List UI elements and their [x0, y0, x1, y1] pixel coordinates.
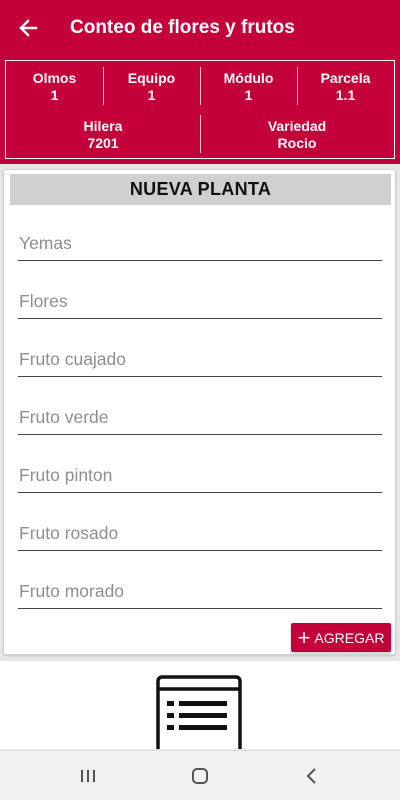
- back-icon: [306, 768, 316, 784]
- back-button[interactable]: [0, 0, 56, 56]
- new-plant-card: NUEVA PLANTA + AGREGAR: [3, 169, 396, 655]
- home-icon: [192, 768, 208, 784]
- info-label: Módulo: [223, 70, 274, 86]
- agregar-label: AGREGAR: [314, 629, 385, 646]
- card-header: NUEVA PLANTA: [10, 174, 391, 205]
- info-value: 1: [147, 87, 156, 103]
- fruto-rosado-input[interactable]: [18, 523, 382, 546]
- fruto-rosado-field: [18, 511, 382, 551]
- home-button[interactable]: [187, 763, 213, 789]
- info-row-1: Olmos 1 Equipo 1 Módulo 1 Parcela 1.1: [6, 67, 394, 107]
- page-title: Conteo de flores y frutos: [70, 17, 295, 38]
- info-label: Hilera: [83, 118, 123, 134]
- info-label: Olmos: [32, 70, 77, 86]
- plus-icon: +: [297, 624, 311, 650]
- fruto-pinton-input[interactable]: [18, 465, 382, 488]
- info-value: 7201: [87, 135, 119, 151]
- info-panel: Olmos 1 Equipo 1 Módulo 1 Parcela 1.1 Hi…: [5, 60, 395, 159]
- app-bar: Conteo de flores y frutos: [0, 0, 400, 56]
- bottom-panel: [0, 661, 400, 749]
- info-label: Equipo: [127, 70, 176, 86]
- fruto-morado-input[interactable]: [18, 581, 382, 604]
- info-value: 1: [50, 87, 59, 103]
- fruto-morado-field: [18, 569, 382, 609]
- info-cell-parcela: Parcela 1.1: [297, 67, 394, 107]
- info-value: 1: [244, 87, 253, 103]
- list-document-icon[interactable]: [156, 675, 242, 749]
- yemas-field: [18, 221, 382, 261]
- fruto-cuajado-field: [18, 337, 382, 377]
- info-cell-hilera: Hilera 7201: [6, 115, 200, 155]
- info-label: Variedad: [267, 118, 327, 134]
- fruto-pinton-field: [18, 453, 382, 493]
- recent-apps-icon: [81, 770, 95, 782]
- info-cell-modulo: Módulo 1: [200, 67, 297, 107]
- info-row-2: Hilera 7201 Variedad Rocio: [6, 115, 394, 155]
- fruto-verde-input[interactable]: [18, 407, 382, 430]
- recent-apps-button[interactable]: [75, 763, 101, 789]
- fruto-verde-field: [18, 395, 382, 435]
- flores-input[interactable]: [18, 291, 382, 314]
- system-nav-bar: [0, 750, 400, 800]
- info-cell-equipo: Equipo 1: [103, 67, 200, 107]
- info-value: Rocio: [277, 135, 317, 151]
- system-back-button[interactable]: [299, 763, 325, 789]
- info-value: 1.1: [335, 87, 356, 103]
- info-header: Olmos 1 Equipo 1 Módulo 1 Parcela 1.1 Hi…: [0, 56, 400, 164]
- info-cell-variedad: Variedad Rocio: [200, 115, 394, 155]
- fruto-cuajado-input[interactable]: [18, 349, 382, 372]
- yemas-input[interactable]: [18, 233, 382, 256]
- arrow-left-icon: [19, 19, 38, 37]
- info-label: Parcela: [320, 70, 371, 86]
- info-cell-olmos: Olmos 1: [6, 67, 103, 107]
- flores-field: [18, 279, 382, 319]
- agregar-button[interactable]: + AGREGAR: [291, 623, 391, 652]
